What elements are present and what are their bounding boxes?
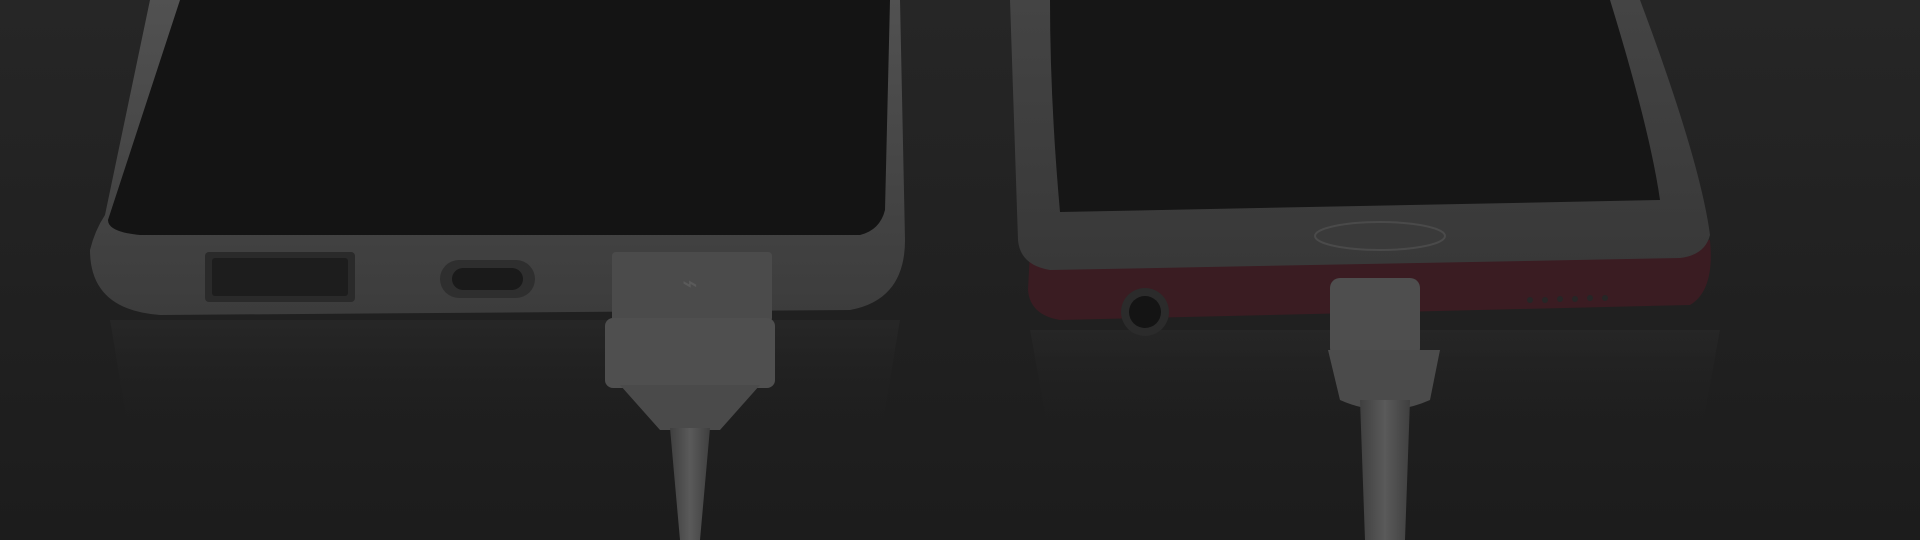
left-phone-screen (108, 0, 890, 235)
right-phone-screen (1050, 0, 1660, 212)
background-photo: ⌁ (0, 0, 1920, 540)
home-button-icon (1314, 221, 1446, 251)
phones-charging-illustration: ⌁ (0, 0, 1920, 540)
svg-text:⌁: ⌁ (682, 269, 698, 299)
audio-jack-icon (1121, 288, 1169, 336)
usb-port-icon (205, 252, 355, 302)
usb-c-port-icon (440, 260, 535, 298)
